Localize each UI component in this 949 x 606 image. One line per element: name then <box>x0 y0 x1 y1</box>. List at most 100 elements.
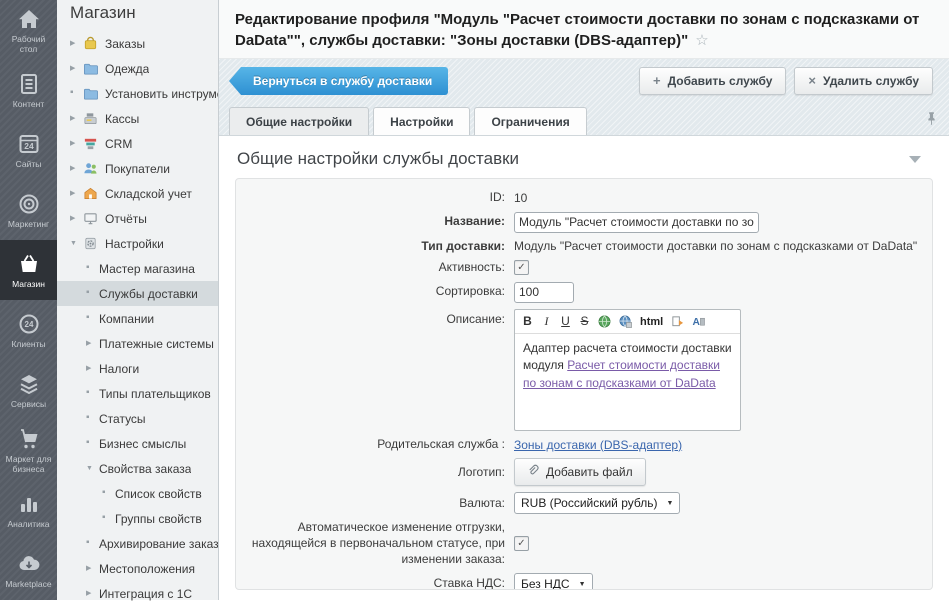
form-row-auto-change: Автоматическое изменение отгрузки, наход… <box>236 520 932 567</box>
delete-service-button[interactable]: ×Удалить службу <box>794 67 933 95</box>
rail-item-label: Магазин <box>10 280 47 290</box>
menu-item-label: Заказы <box>105 37 145 51</box>
menu-item-payer-types[interactable]: ▪Типы плательщиков <box>57 381 218 406</box>
editor-italic-button[interactable]: I <box>541 314 552 328</box>
bullet-icon: ▪ <box>102 513 115 523</box>
menu-item-statuses[interactable]: ▪Статусы <box>57 406 218 431</box>
chevron-right-icon: ▶ <box>70 215 83 222</box>
add-service-label: Добавить службу <box>668 74 773 88</box>
menu-item-locations[interactable]: ▶Местоположения <box>57 556 218 581</box>
rail-item-label: Сайты <box>14 160 44 170</box>
menu-item-label: Мастер магазина <box>99 262 195 276</box>
editor-globe-unlink-button[interactable] <box>619 314 632 328</box>
menu-item-1c-integration[interactable]: ▶Интеграция с 1С <box>57 581 218 606</box>
menu-item-buyers[interactable]: ▶Покупатели <box>57 156 218 181</box>
vat-select-value: Без НДС <box>521 577 570 590</box>
rail-item-shop[interactable]: Магазин <box>0 240 57 300</box>
currency-select[interactable]: RUB (Российский рубль)▼ <box>514 492 680 514</box>
top-strip: Вернуться в службу доставки +Добавить сл… <box>219 59 949 136</box>
chevron-right-icon: ▶ <box>86 590 99 597</box>
menu-item-shop-master[interactable]: ▪Мастер магазина <box>57 256 218 281</box>
menu-item-label: Налоги <box>99 362 139 376</box>
menu-item-cash-desks[interactable]: ▶Кассы <box>57 106 218 131</box>
menu-item-payment-systems[interactable]: ▶Платежные системы <box>57 331 218 356</box>
chevron-down-icon: ▼ <box>86 465 99 472</box>
chevron-right-icon: ▶ <box>70 40 83 47</box>
pin-icon[interactable] <box>926 111 937 126</box>
sort-input[interactable] <box>514 282 574 303</box>
rail-item-content[interactable]: Контент <box>0 60 57 120</box>
menu-item-props-groups[interactable]: ▪Группы свойств <box>57 506 218 531</box>
bullet-icon: ▪ <box>70 88 83 98</box>
collapse-section-arrow-icon[interactable] <box>909 156 921 163</box>
rail-item-services[interactable]: Сервисы <box>0 360 57 420</box>
menu-item-business-meanings[interactable]: ▪Бизнес смыслы <box>57 431 218 456</box>
rail-item-market-business[interactable]: Маркет для бизнеса <box>0 420 57 480</box>
market-icon <box>16 426 42 452</box>
add-service-button[interactable]: +Добавить службу <box>639 67 786 95</box>
menu-item-companies[interactable]: ▪Компании <box>57 306 218 331</box>
form-row-parent-service: Родительская служба :Зоны доставки (DBS-… <box>236 437 932 453</box>
add-file-button[interactable]: Добавить файл <box>514 458 646 486</box>
editor-globe-link-button[interactable] <box>598 314 611 328</box>
clients-icon: 24 <box>16 311 42 337</box>
auto-change-control: ✓ <box>514 536 529 551</box>
rail-item-marketing[interactable]: Маркетинг <box>0 180 57 240</box>
back-to-delivery-service-button[interactable]: Вернуться в службу доставки <box>229 67 448 95</box>
menu-item-reports[interactable]: ▶Отчёты <box>57 206 218 231</box>
page-header: Редактирование профиля "Модуль "Расчет с… <box>219 0 949 59</box>
auto-change-checkbox[interactable]: ✓ <box>514 536 529 551</box>
toolbar-button-group: +Добавить службу ×Удалить службу <box>639 67 933 95</box>
bullet-icon: ▪ <box>86 413 99 423</box>
rail-item-sites[interactable]: 24Сайты <box>0 120 57 180</box>
chevron-right-icon: ▶ <box>86 565 99 572</box>
editor-content[interactable]: Адаптер расчета стоимости доставки модул… <box>515 334 740 430</box>
form-row-active: Активность:✓ <box>236 260 932 276</box>
rail-item-marketplace[interactable]: Marketplace <box>0 540 57 600</box>
logo-label: Логотип: <box>236 465 514 481</box>
editor-underline-button[interactable]: U <box>560 314 571 328</box>
menu-item-taxes[interactable]: ▶Налоги <box>57 356 218 381</box>
active-checkbox[interactable]: ✓ <box>514 260 529 275</box>
menu-item-label: Одежда <box>105 62 149 76</box>
menu-item-clothes[interactable]: ▶Одежда <box>57 56 218 81</box>
rail-item-analytics[interactable]: Аналитика <box>0 480 57 540</box>
menu-item-order-props[interactable]: ▼Свойства заказа <box>57 456 218 481</box>
tab-general[interactable]: Общие настройки <box>229 107 369 135</box>
services-icon <box>16 371 42 397</box>
menu-item-props-list[interactable]: ▪Список свойств <box>57 481 218 506</box>
vat-select[interactable]: Без НДС▼ <box>514 573 593 590</box>
editor-html-button[interactable]: html <box>640 314 663 329</box>
logo-control: Добавить файл <box>514 458 646 486</box>
rail-item-label: Маркетинг <box>6 220 51 230</box>
rail-item-label: Клиенты <box>9 340 47 350</box>
tab-settings[interactable]: Настройки <box>373 107 470 135</box>
description-editor: BIUShtml A Адаптер расчета стоимости доста… <box>514 309 741 431</box>
parent-service-control: Зоны доставки (DBS-адаптер) <box>514 438 682 452</box>
page-title: Редактирование профиля "Модуль "Расчет с… <box>235 11 919 49</box>
tab-restrictions[interactable]: Ограничения <box>474 107 586 135</box>
menu-item-warehouse[interactable]: ▶Складской учет <box>57 181 218 206</box>
analytics-icon <box>16 491 42 517</box>
menu-item-settings[interactable]: ▼Настройки <box>57 231 218 256</box>
menu-item-order-archive[interactable]: ▪Архивирование заказов <box>57 531 218 556</box>
bullet-icon: ▪ <box>86 313 99 323</box>
parent-service-link[interactable]: Зоны доставки (DBS-адаптер) <box>514 438 682 452</box>
editor-strike-button[interactable]: S <box>579 314 590 328</box>
menu-item-crm[interactable]: ▶CRM <box>57 131 218 156</box>
menu-item-orders[interactable]: ▶ Заказы <box>57 31 218 56</box>
favorite-star-icon[interactable]: ☆ <box>695 32 708 49</box>
chevron-right-icon: ▶ <box>70 165 83 172</box>
name-input[interactable] <box>514 212 759 233</box>
editor-copy-style-button[interactable] <box>671 314 684 328</box>
warehouse-icon <box>83 186 99 201</box>
rail-item-desktop[interactable]: Рабочий стол <box>0 0 57 60</box>
editor-font-style-button[interactable]: A <box>692 314 705 328</box>
menu-item-label: Архивирование заказов <box>99 537 218 551</box>
menu-item-install-tools[interactable]: ▪Установить инструменты и <box>57 81 218 106</box>
editor-bold-button[interactable]: B <box>522 314 533 328</box>
description-control: BIUShtml A Адаптер расчета стоимости доста… <box>514 309 741 431</box>
rail-item-clients[interactable]: 24 Клиенты <box>0 300 57 360</box>
menu-item-delivery-services[interactable]: ▪Службы доставки <box>57 281 218 306</box>
section-header: Общие настройки службы доставки <box>235 136 933 178</box>
